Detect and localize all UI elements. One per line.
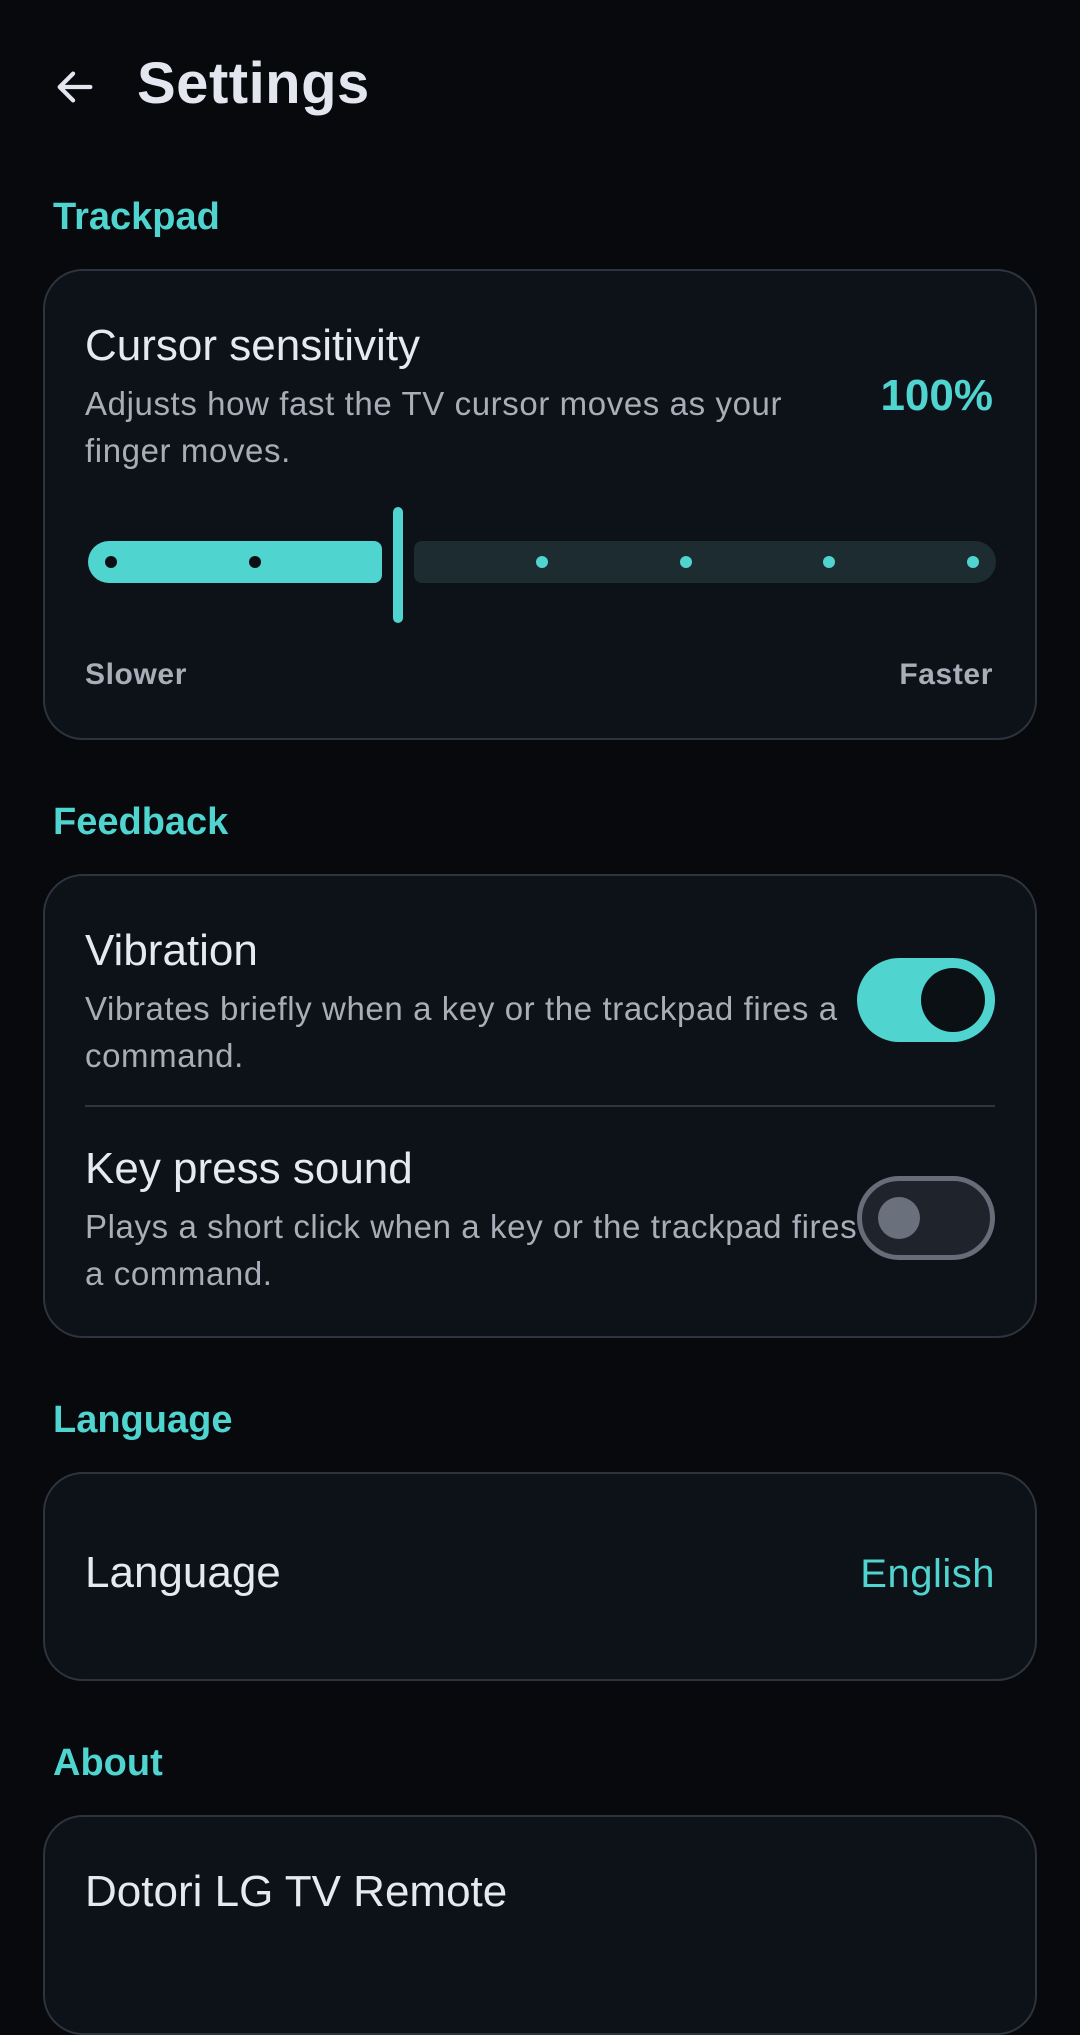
cursor-sensitivity-slider[interactable]	[88, 507, 996, 627]
slider-thumb[interactable]	[393, 507, 404, 623]
page-title: Settings	[137, 51, 370, 116]
slider-active-track	[88, 541, 383, 583]
slider-max-label: Faster	[899, 658, 993, 691]
slider-step-tick	[967, 556, 979, 568]
section-label-language: Language	[53, 1399, 233, 1441]
feedback-card: Vibration Vibrates briefly when a key or…	[43, 874, 1037, 1338]
about-app-name: Dotori LG TV Remote	[85, 1867, 508, 1916]
arrow-left-icon	[57, 71, 93, 103]
toggle-knob	[921, 968, 985, 1032]
about-card: Dotori LG TV Remote	[43, 1815, 1037, 2035]
back-button[interactable]	[44, 56, 106, 118]
slider-step-tick	[536, 556, 548, 568]
slider-step-tick	[248, 556, 261, 568]
key-press-sound-toggle[interactable]	[857, 1176, 995, 1260]
vibration-description: Vibrates briefly when a key or the track…	[85, 990, 838, 1074]
section-label-trackpad: Trackpad	[53, 196, 220, 238]
slider-step-tick	[105, 556, 117, 568]
key-press-sound-title: Key press sound	[85, 1144, 413, 1193]
vibration-title: Vibration	[85, 926, 258, 975]
cursor-sensitivity-description: Adjusts how fast the TV cursor moves as …	[85, 385, 783, 469]
app-bar: Settings	[0, 0, 1080, 170]
cursor-sensitivity-title: Cursor sensitivity	[85, 321, 420, 370]
vibration-toggle[interactable]	[857, 958, 995, 1042]
language-row[interactable]: Language English	[43, 1472, 1037, 1681]
slider-step-tick	[679, 556, 692, 568]
divider	[85, 1105, 995, 1107]
language-value: English	[860, 1552, 995, 1596]
language-row-title: Language	[85, 1548, 281, 1597]
cursor-sensitivity-card: Cursor sensitivity Adjusts how fast the …	[43, 269, 1037, 740]
section-label-feedback: Feedback	[53, 801, 229, 843]
section-label-about: About	[53, 1742, 163, 1784]
slider-inactive-track	[414, 541, 996, 583]
key-press-sound-description: Plays a short click when a key or the tr…	[85, 1208, 858, 1292]
slider-min-label: Slower	[85, 658, 187, 691]
toggle-knob	[878, 1197, 920, 1239]
cursor-sensitivity-value: 100%	[880, 371, 993, 420]
